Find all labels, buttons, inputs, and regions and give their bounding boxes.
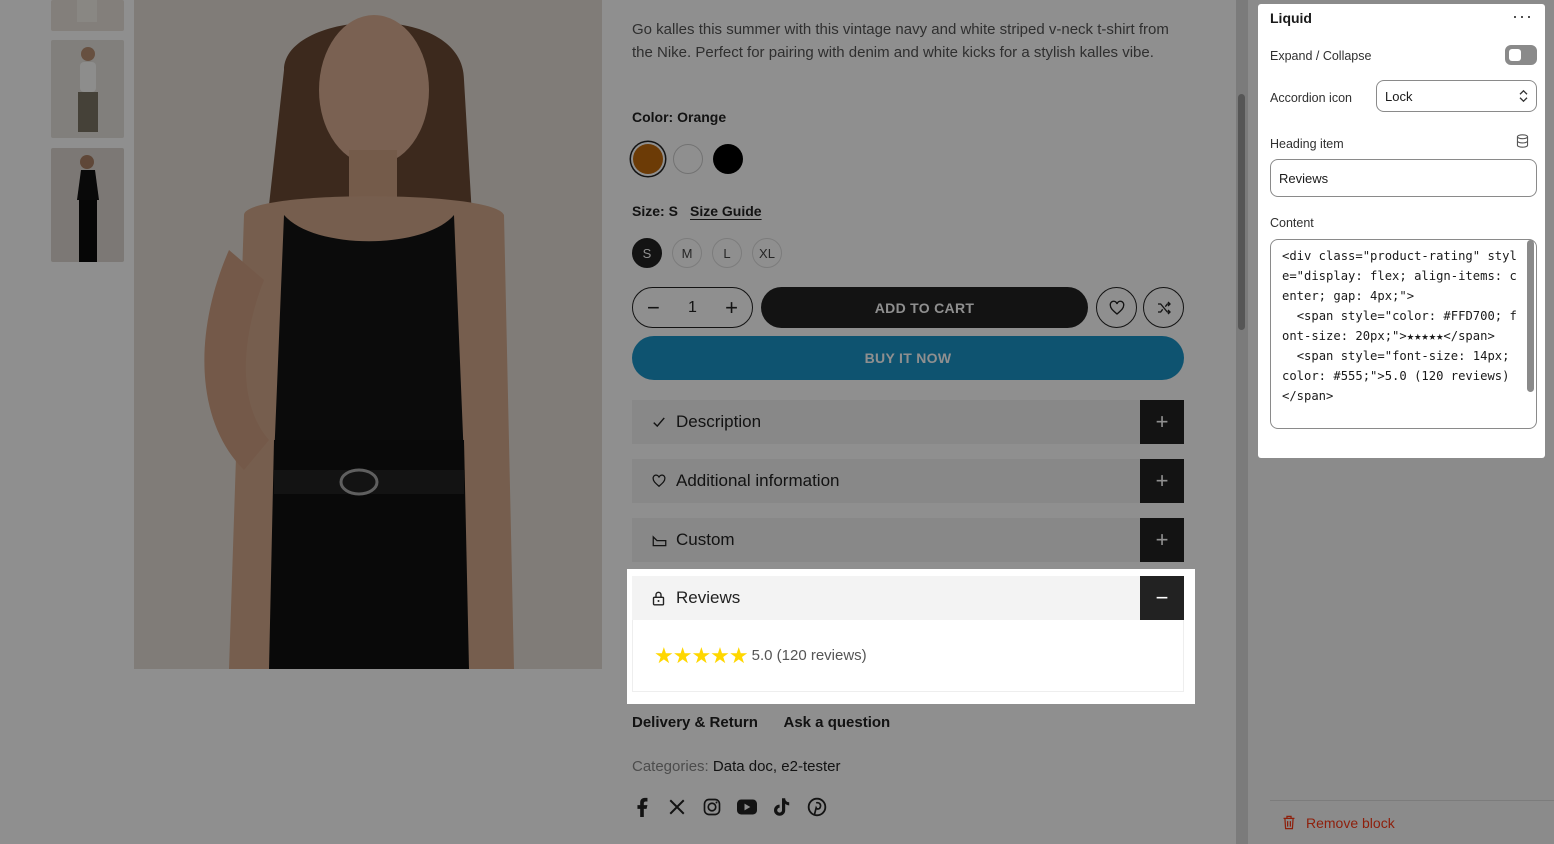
content-code-editor[interactable]: <div class="product-rating" style="displ… [1270, 239, 1537, 429]
accordion-reviews[interactable]: Reviews − [632, 576, 1184, 620]
buy-it-now-button[interactable]: BUY IT NOW [632, 336, 1184, 380]
product-preview: Go kalles this summer with this vintage … [0, 0, 1248, 844]
selected-reviews-block[interactable]: Reviews − ★★★★★ 5.0 (120 reviews) [627, 569, 1195, 704]
block-title: Liquid [1270, 10, 1312, 26]
size-option-m[interactable]: M [672, 238, 702, 268]
expand-collapse-toggle[interactable] [1505, 45, 1537, 65]
accordion-additional-information[interactable]: Additional information + [632, 459, 1184, 503]
social-links [632, 796, 827, 818]
thumbnail-1[interactable] [51, 0, 124, 31]
categories-label: Categories: [632, 758, 709, 775]
editor-sidebar: Liquid ··· Expand / Collapse Accordion i… [1248, 0, 1554, 844]
rating-stars: ★★★★★ [654, 642, 749, 668]
code-editor-scrollbar[interactable] [1527, 240, 1534, 392]
tiktok-icon[interactable] [772, 796, 792, 818]
rating-text: 5.0 (120 reviews) [751, 647, 867, 664]
expand-collapse-label: Expand / Collapse [1270, 49, 1372, 63]
plus-icon[interactable]: + [1140, 518, 1184, 562]
instagram-icon[interactable] [702, 796, 722, 818]
plus-icon[interactable]: + [1140, 459, 1184, 503]
tab-delivery-return[interactable]: Delivery & Return [632, 714, 758, 731]
remove-block-button[interactable]: Remove block [1270, 800, 1554, 844]
compare-button[interactable] [1143, 287, 1184, 328]
categories-value[interactable]: Data doc, e2-tester [713, 758, 841, 775]
product-tabs: Delivery & Return Ask a question [632, 714, 912, 731]
check-icon [652, 415, 672, 429]
product-main-image[interactable] [134, 0, 602, 669]
liquid-block-settings: Liquid ··· Expand / Collapse Accordion i… [1258, 4, 1545, 458]
lock-icon [652, 591, 672, 606]
quantity-stepper: − 1 + [632, 287, 753, 328]
quantity-value[interactable]: 1 [688, 299, 697, 317]
swatch-orange[interactable] [633, 144, 663, 174]
pinterest-icon[interactable] [807, 796, 827, 818]
heading-item-input[interactable]: Reviews [1270, 159, 1537, 197]
youtube-icon[interactable] [737, 796, 757, 818]
size-option-s[interactable]: S [632, 238, 662, 268]
reviews-content: ★★★★★ 5.0 (120 reviews) [632, 620, 1184, 692]
more-options-icon[interactable]: ··· [1512, 6, 1533, 27]
swatch-black[interactable] [713, 144, 743, 174]
size-option-xl[interactable]: XL [752, 238, 782, 268]
heading-item-label: Heading item [1270, 137, 1344, 151]
size-label: Size: S [632, 203, 678, 219]
plus-icon[interactable]: + [1140, 400, 1184, 444]
theme-editor: Go kalles this summer with this vintage … [0, 0, 1554, 844]
accordion-icon-value: Lock [1385, 88, 1413, 104]
shuffle-icon [1157, 301, 1171, 314]
categories: Categories: Data doc, e2-tester [632, 758, 840, 775]
tag-icon [652, 533, 672, 547]
accordion-title: Reviews [676, 588, 741, 607]
minus-icon[interactable]: − [1140, 576, 1184, 620]
chevron-up-down-icon [1519, 89, 1528, 103]
heart-icon [1109, 300, 1124, 315]
plus-icon[interactable]: + [725, 295, 738, 321]
product-description: Go kalles this summer with this vintage … [632, 21, 1169, 61]
wishlist-button[interactable] [1096, 287, 1137, 328]
size-guide-link[interactable]: Size Guide [690, 203, 762, 219]
accordion-description[interactable]: Description + [632, 400, 1184, 444]
facebook-icon[interactable] [632, 796, 652, 818]
accordion-title: Additional information [676, 471, 840, 490]
swatch-white[interactable] [673, 144, 703, 174]
thumbnail-3[interactable] [51, 148, 124, 262]
add-to-cart-button[interactable]: ADD TO CART [761, 287, 1088, 328]
accordion-title: Custom [676, 530, 735, 549]
accordion-icon-label: Accordion icon [1270, 91, 1352, 105]
dynamic-source-icon[interactable] [1516, 134, 1529, 148]
remove-block-label: Remove block [1306, 814, 1395, 831]
accordion-icon-select[interactable]: Lock [1376, 80, 1537, 112]
heart-icon [652, 474, 672, 488]
thumbnail-2[interactable] [51, 40, 124, 138]
preview-scrollbar-thumb[interactable] [1238, 94, 1245, 330]
color-label: Color: Orange [632, 109, 727, 125]
trash-icon [1283, 815, 1295, 830]
tab-ask-question[interactable]: Ask a question [784, 714, 891, 731]
x-icon[interactable] [667, 796, 687, 818]
accordion-title: Description [676, 412, 762, 431]
size-option-l[interactable]: L [712, 238, 742, 268]
minus-icon[interactable]: − [647, 295, 660, 321]
content-label: Content [1270, 216, 1314, 230]
accordion-custom[interactable]: Custom + [632, 518, 1184, 562]
